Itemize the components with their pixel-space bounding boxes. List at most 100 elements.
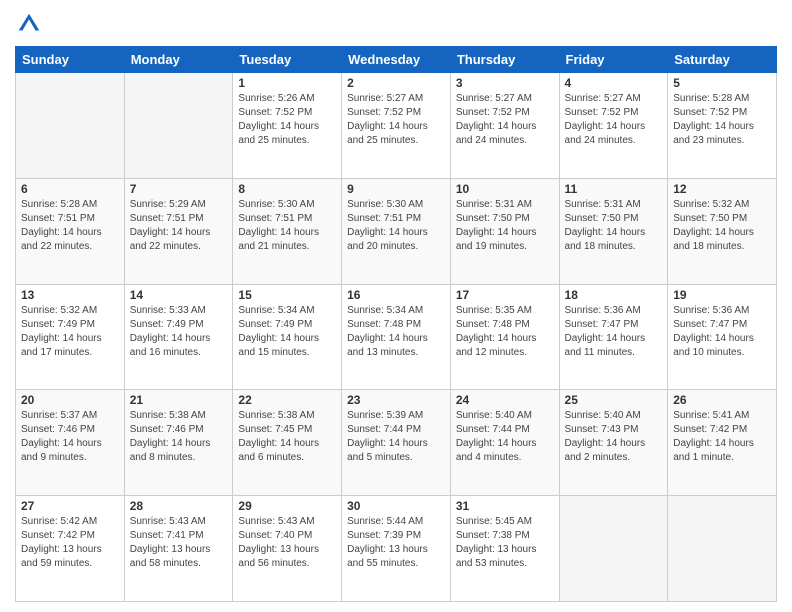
day-number: 28	[130, 499, 228, 513]
day-info: Sunrise: 5:36 AMSunset: 7:47 PMDaylight:…	[565, 304, 663, 360]
day-number: 31	[456, 499, 554, 513]
day-info: Sunrise: 5:28 AMSunset: 7:51 PMDaylight:…	[21, 198, 119, 254]
day-number: 4	[565, 76, 663, 90]
day-info: Sunrise: 5:27 AMSunset: 7:52 PMDaylight:…	[347, 92, 445, 148]
calendar-week-row: 1 Sunrise: 5:26 AMSunset: 7:52 PMDaylight…	[16, 73, 777, 179]
calendar-day-cell: 24 Sunrise: 5:40 AMSunset: 7:44 PMDayligh…	[450, 390, 559, 496]
day-info: Sunrise: 5:43 AMSunset: 7:41 PMDaylight:…	[130, 515, 228, 571]
day-number: 11	[565, 182, 663, 196]
day-info: Sunrise: 5:30 AMSunset: 7:51 PMDaylight:…	[238, 198, 336, 254]
day-info: Sunrise: 5:45 AMSunset: 7:38 PMDaylight:…	[456, 515, 554, 571]
calendar-day-cell: 18 Sunrise: 5:36 AMSunset: 7:47 PMDayligh…	[559, 284, 668, 390]
day-number: 30	[347, 499, 445, 513]
day-number: 18	[565, 288, 663, 302]
day-number: 9	[347, 182, 445, 196]
calendar-day-cell	[16, 73, 125, 179]
day-info: Sunrise: 5:26 AMSunset: 7:52 PMDaylight:…	[238, 92, 336, 148]
weekday-header: Wednesday	[342, 47, 451, 73]
calendar-day-cell	[668, 496, 777, 602]
logo-icon	[15, 10, 43, 38]
calendar-day-cell	[124, 73, 233, 179]
logo	[15, 10, 47, 38]
day-info: Sunrise: 5:44 AMSunset: 7:39 PMDaylight:…	[347, 515, 445, 571]
day-number: 25	[565, 393, 663, 407]
calendar-week-row: 20 Sunrise: 5:37 AMSunset: 7:46 PMDayligh…	[16, 390, 777, 496]
day-info: Sunrise: 5:41 AMSunset: 7:42 PMDaylight:…	[673, 409, 771, 465]
day-info: Sunrise: 5:34 AMSunset: 7:49 PMDaylight:…	[238, 304, 336, 360]
calendar-day-cell: 15 Sunrise: 5:34 AMSunset: 7:49 PMDayligh…	[233, 284, 342, 390]
day-number: 10	[456, 182, 554, 196]
day-info: Sunrise: 5:38 AMSunset: 7:45 PMDaylight:…	[238, 409, 336, 465]
day-number: 7	[130, 182, 228, 196]
calendar-day-cell: 28 Sunrise: 5:43 AMSunset: 7:41 PMDayligh…	[124, 496, 233, 602]
calendar-day-cell: 25 Sunrise: 5:40 AMSunset: 7:43 PMDayligh…	[559, 390, 668, 496]
calendar-day-cell: 13 Sunrise: 5:32 AMSunset: 7:49 PMDayligh…	[16, 284, 125, 390]
day-info: Sunrise: 5:32 AMSunset: 7:49 PMDaylight:…	[21, 304, 119, 360]
day-info: Sunrise: 5:35 AMSunset: 7:48 PMDaylight:…	[456, 304, 554, 360]
calendar: SundayMondayTuesdayWednesdayThursdayFrid…	[15, 46, 777, 602]
calendar-day-cell: 23 Sunrise: 5:39 AMSunset: 7:44 PMDayligh…	[342, 390, 451, 496]
day-info: Sunrise: 5:39 AMSunset: 7:44 PMDaylight:…	[347, 409, 445, 465]
day-number: 23	[347, 393, 445, 407]
calendar-week-row: 6 Sunrise: 5:28 AMSunset: 7:51 PMDaylight…	[16, 178, 777, 284]
calendar-day-cell: 4 Sunrise: 5:27 AMSunset: 7:52 PMDaylight…	[559, 73, 668, 179]
calendar-day-cell: 6 Sunrise: 5:28 AMSunset: 7:51 PMDaylight…	[16, 178, 125, 284]
day-number: 3	[456, 76, 554, 90]
day-number: 24	[456, 393, 554, 407]
calendar-day-cell: 26Sunrise: 5:41 AMSunset: 7:42 PMDayligh…	[668, 390, 777, 496]
day-number: 22	[238, 393, 336, 407]
day-info: Sunrise: 5:29 AMSunset: 7:51 PMDaylight:…	[130, 198, 228, 254]
day-number: 14	[130, 288, 228, 302]
calendar-day-cell: 17 Sunrise: 5:35 AMSunset: 7:48 PMDayligh…	[450, 284, 559, 390]
header	[15, 10, 777, 38]
day-number: 6	[21, 182, 119, 196]
calendar-day-cell: 9 Sunrise: 5:30 AMSunset: 7:51 PMDaylight…	[342, 178, 451, 284]
day-number: 20	[21, 393, 119, 407]
day-info: Sunrise: 5:31 AMSunset: 7:50 PMDaylight:…	[565, 198, 663, 254]
day-number: 17	[456, 288, 554, 302]
day-info: Sunrise: 5:43 AMSunset: 7:40 PMDaylight:…	[238, 515, 336, 571]
calendar-week-row: 27Sunrise: 5:42 AMSunset: 7:42 PMDayligh…	[16, 496, 777, 602]
calendar-day-cell: 30 Sunrise: 5:44 AMSunset: 7:39 PMDayligh…	[342, 496, 451, 602]
day-number: 13	[21, 288, 119, 302]
day-number: 1	[238, 76, 336, 90]
calendar-day-cell: 31 Sunrise: 5:45 AMSunset: 7:38 PMDayligh…	[450, 496, 559, 602]
calendar-day-cell: 7 Sunrise: 5:29 AMSunset: 7:51 PMDaylight…	[124, 178, 233, 284]
calendar-day-cell: 12 Sunrise: 5:32 AMSunset: 7:50 PMDayligh…	[668, 178, 777, 284]
day-info: Sunrise: 5:27 AMSunset: 7:52 PMDaylight:…	[565, 92, 663, 148]
day-number: 12	[673, 182, 771, 196]
calendar-day-cell: 10 Sunrise: 5:31 AMSunset: 7:50 PMDayligh…	[450, 178, 559, 284]
day-info: Sunrise: 5:40 AMSunset: 7:44 PMDaylight:…	[456, 409, 554, 465]
calendar-day-cell: 16Sunrise: 5:34 AMSunset: 7:48 PMDayligh…	[342, 284, 451, 390]
weekday-header: Thursday	[450, 47, 559, 73]
page: SundayMondayTuesdayWednesdayThursdayFrid…	[0, 0, 792, 612]
day-info: Sunrise: 5:36 AMSunset: 7:47 PMDaylight:…	[673, 304, 771, 360]
day-number: 16	[347, 288, 445, 302]
day-info: Sunrise: 5:31 AMSunset: 7:50 PMDaylight:…	[456, 198, 554, 254]
day-info: Sunrise: 5:30 AMSunset: 7:51 PMDaylight:…	[347, 198, 445, 254]
day-info: Sunrise: 5:37 AMSunset: 7:46 PMDaylight:…	[21, 409, 119, 465]
calendar-day-cell: 21Sunrise: 5:38 AMSunset: 7:46 PMDayligh…	[124, 390, 233, 496]
calendar-day-cell: 20 Sunrise: 5:37 AMSunset: 7:46 PMDayligh…	[16, 390, 125, 496]
weekday-header: Sunday	[16, 47, 125, 73]
day-info: Sunrise: 5:28 AMSunset: 7:52 PMDaylight:…	[673, 92, 771, 148]
day-number: 8	[238, 182, 336, 196]
calendar-day-cell: 29 Sunrise: 5:43 AMSunset: 7:40 PMDayligh…	[233, 496, 342, 602]
day-info: Sunrise: 5:42 AMSunset: 7:42 PMDaylight:…	[21, 515, 119, 571]
day-info: Sunrise: 5:40 AMSunset: 7:43 PMDaylight:…	[565, 409, 663, 465]
calendar-day-cell: 19 Sunrise: 5:36 AMSunset: 7:47 PMDayligh…	[668, 284, 777, 390]
day-number: 29	[238, 499, 336, 513]
calendar-day-cell: 5 Sunrise: 5:28 AMSunset: 7:52 PMDaylight…	[668, 73, 777, 179]
calendar-day-cell	[559, 496, 668, 602]
weekday-header: Monday	[124, 47, 233, 73]
calendar-header-row: SundayMondayTuesdayWednesdayThursdayFrid…	[16, 47, 777, 73]
calendar-day-cell: 8 Sunrise: 5:30 AMSunset: 7:51 PMDaylight…	[233, 178, 342, 284]
day-number: 5	[673, 76, 771, 90]
day-number: 21	[130, 393, 228, 407]
day-info: Sunrise: 5:32 AMSunset: 7:50 PMDaylight:…	[673, 198, 771, 254]
day-number: 15	[238, 288, 336, 302]
calendar-day-cell: 1 Sunrise: 5:26 AMSunset: 7:52 PMDaylight…	[233, 73, 342, 179]
calendar-day-cell: 22 Sunrise: 5:38 AMSunset: 7:45 PMDayligh…	[233, 390, 342, 496]
weekday-header: Saturday	[668, 47, 777, 73]
day-number: 19	[673, 288, 771, 302]
